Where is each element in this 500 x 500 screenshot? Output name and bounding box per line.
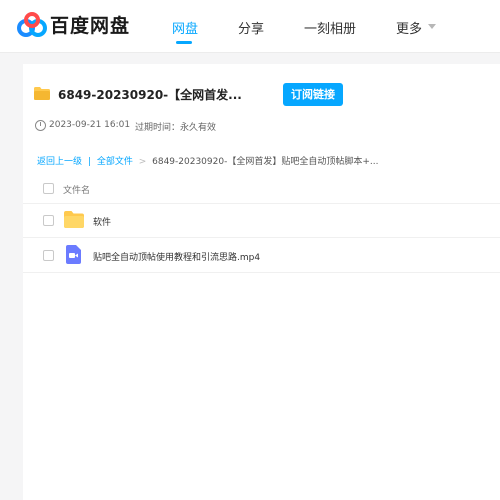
subscribe-link-button[interactable]: 订阅链接 bbox=[283, 83, 343, 106]
nav-tab-netdisk[interactable]: 网盘 bbox=[172, 18, 198, 37]
expire-value: 永久有效 bbox=[180, 123, 217, 133]
folder-icon bbox=[34, 87, 50, 100]
breadcrumb: 返回上一级 | 全部文件 > 6849-20230920-【全网首发】贴吧全自动… bbox=[37, 154, 378, 167]
video-file-icon bbox=[66, 245, 81, 264]
breadcrumb-divider: | bbox=[87, 157, 91, 167]
share-title: 6849-20230920-【全网首发... bbox=[58, 88, 242, 102]
expire-label: 过期时间： bbox=[135, 123, 181, 133]
share-date: 2023-09-21 16:01 bbox=[49, 120, 131, 130]
breadcrumb-separator: > bbox=[138, 157, 147, 167]
folder-icon bbox=[64, 211, 84, 228]
brand-name[interactable]: 百度网盘 bbox=[50, 11, 130, 38]
nav-tab-share[interactable]: 分享 bbox=[238, 18, 264, 37]
row-checkbox[interactable] bbox=[43, 250, 54, 261]
share-panel: 6849-20230920-【全网首发... 订阅链接 2023-09-21 1… bbox=[23, 64, 500, 500]
row-checkbox[interactable] bbox=[43, 215, 54, 226]
nav-tab-more[interactable]: 更多 bbox=[396, 18, 422, 37]
column-filename[interactable]: 文件名 bbox=[63, 183, 90, 196]
file-row[interactable]: 贴吧全自动顶帖使用教程和引流思路.mp4 bbox=[23, 238, 500, 273]
active-tab-indicator bbox=[176, 41, 192, 44]
file-list-header: 文件名 bbox=[23, 173, 500, 204]
clock-icon bbox=[35, 120, 46, 131]
chevron-down-icon[interactable] bbox=[428, 24, 436, 29]
top-navigation-bar: 百度网盘 网盘 分享 一刻相册 更多 bbox=[0, 0, 500, 53]
back-link[interactable]: 返回上一级 bbox=[37, 157, 82, 167]
baidu-netdisk-logo-icon[interactable] bbox=[16, 12, 48, 40]
nav-tab-album[interactable]: 一刻相册 bbox=[304, 18, 356, 37]
file-name[interactable]: 贴吧全自动顶帖使用教程和引流思路.mp4 bbox=[93, 250, 260, 263]
file-name[interactable]: 软件 bbox=[93, 215, 111, 228]
select-all-checkbox[interactable] bbox=[43, 183, 54, 194]
all-files-link[interactable]: 全部文件 bbox=[97, 157, 133, 167]
breadcrumb-current: 6849-20230920-【全网首发】贴吧全自动顶帖脚本+... bbox=[152, 157, 379, 167]
file-row[interactable]: 软件 bbox=[23, 203, 500, 238]
